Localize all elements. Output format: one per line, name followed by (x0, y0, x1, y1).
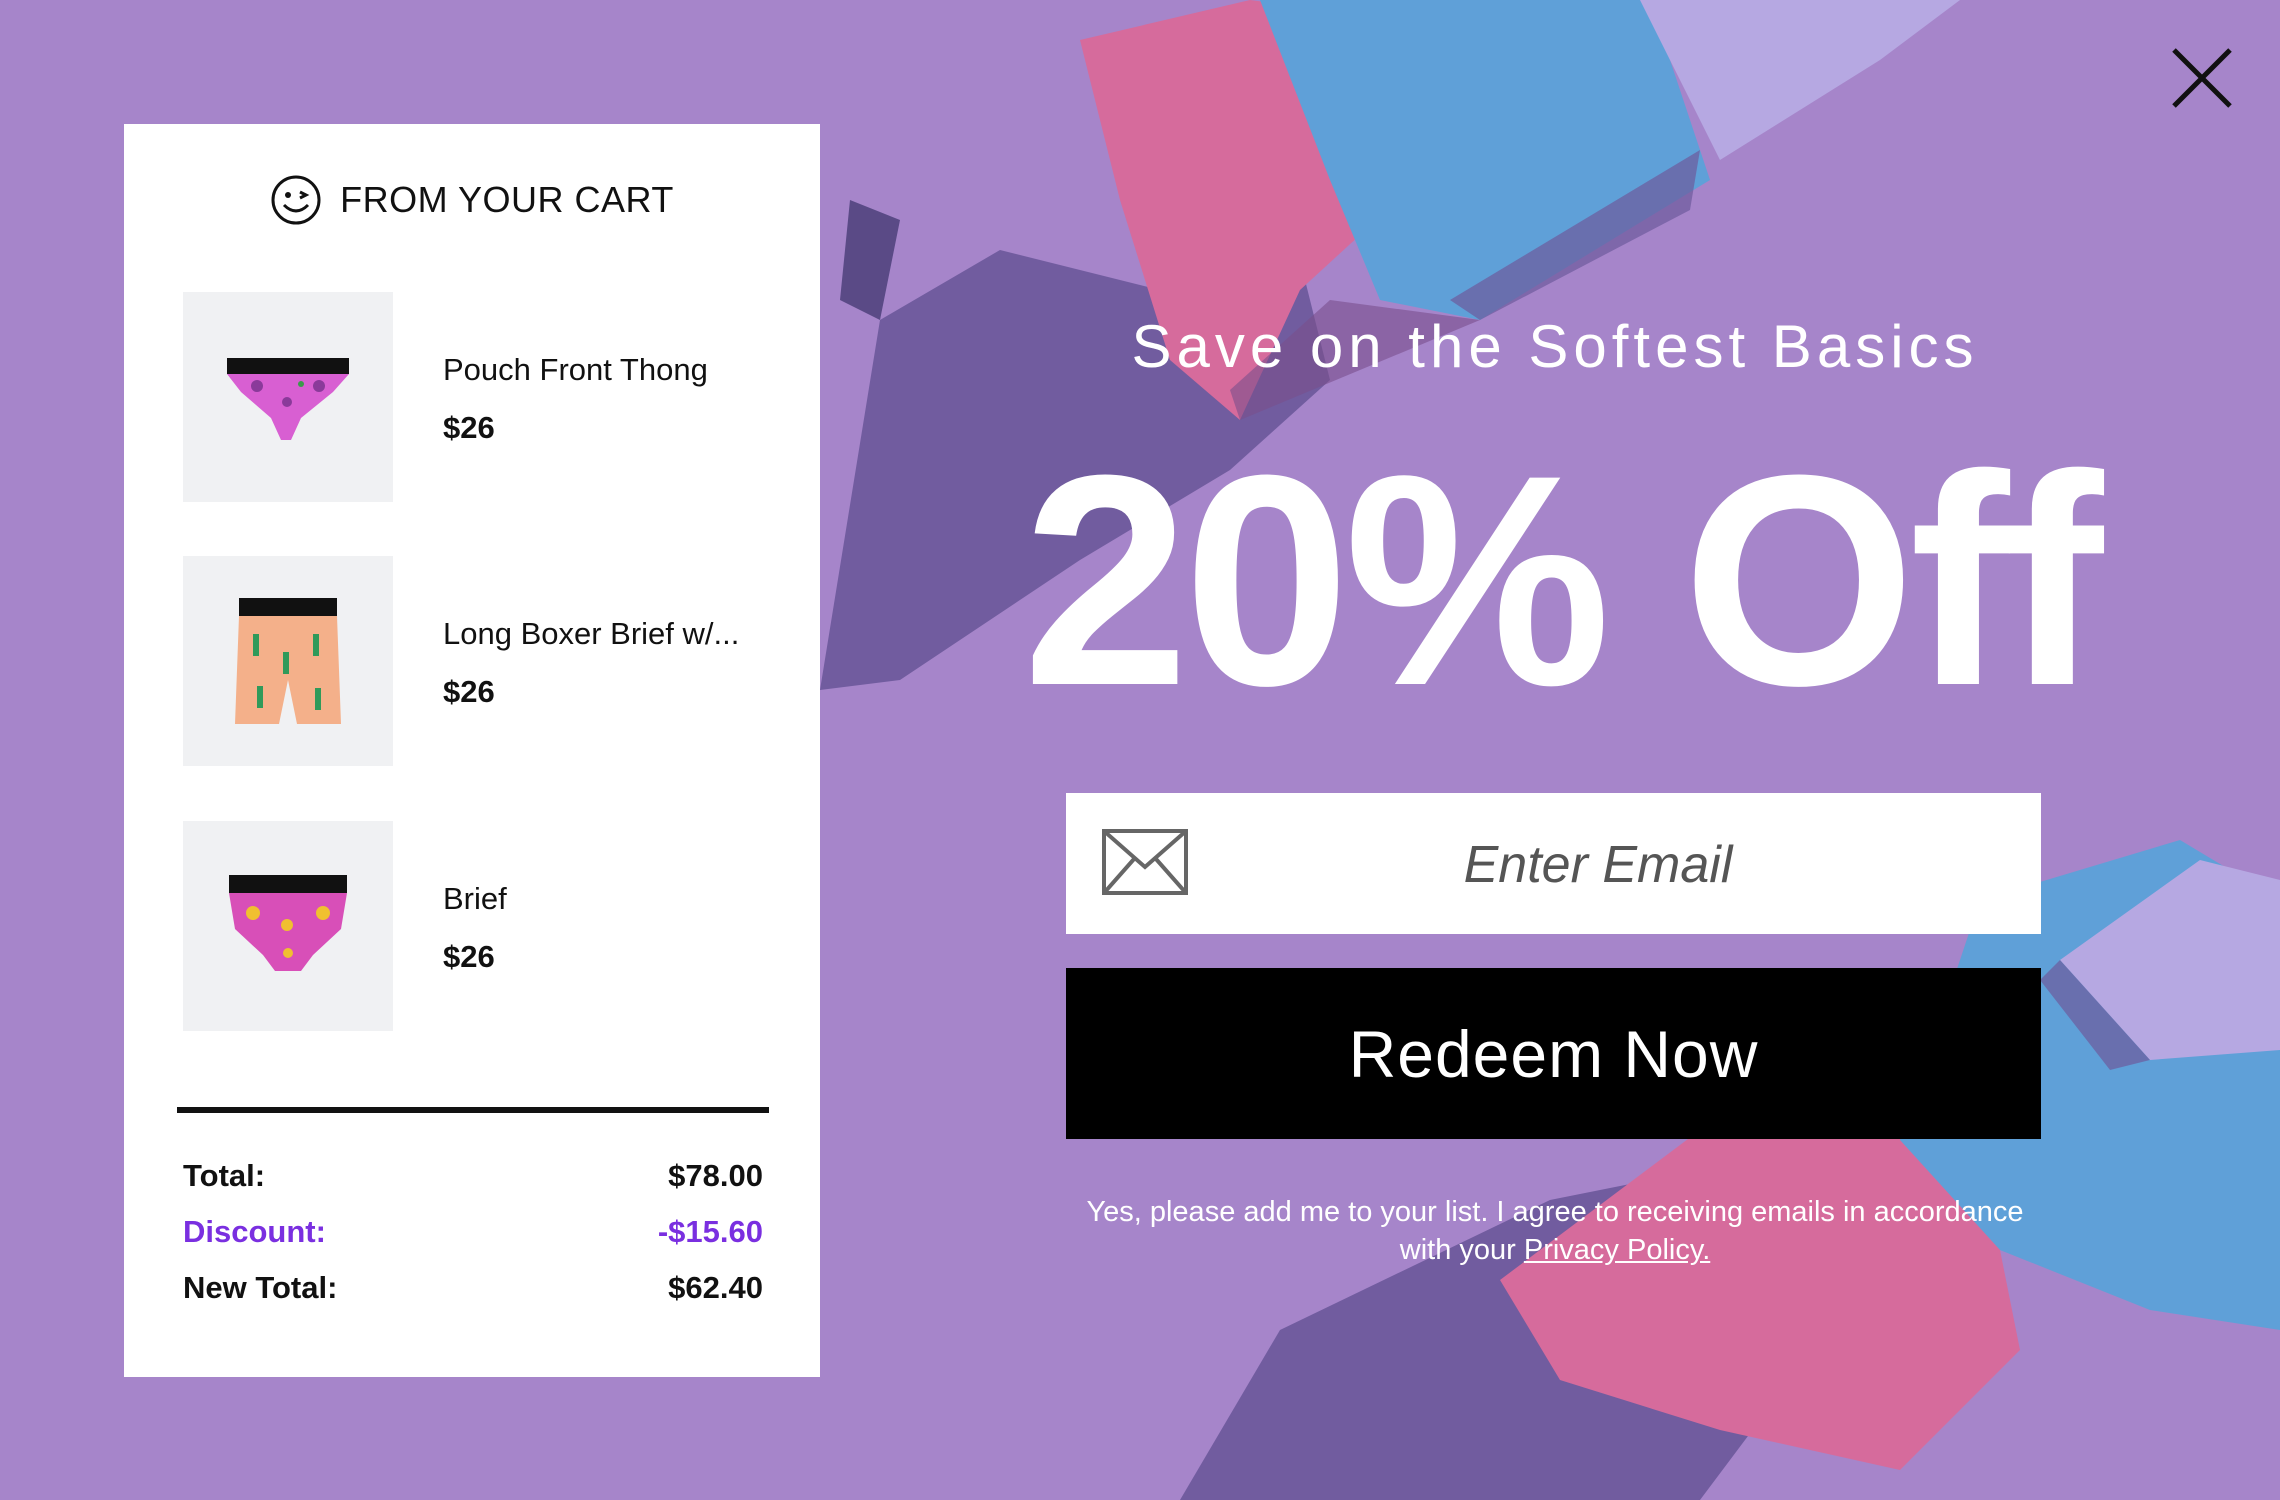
cart-divider (177, 1107, 769, 1113)
smiley-icon (271, 175, 321, 225)
cart-item[interactable]: Brief $26 (183, 821, 803, 1031)
cart-title: FROM YOUR CART (340, 179, 674, 220)
cart-item-name[interactable]: Pouch Front Thong (443, 352, 803, 388)
cart-item-price: $26 (443, 939, 495, 974)
cart-item[interactable]: Long Boxer Brief w/... $26 (183, 556, 803, 766)
thong-product-image[interactable] (183, 292, 393, 502)
redeem-now-button[interactable]: Redeem Now (1066, 968, 2041, 1139)
close-icon (2172, 48, 2232, 108)
cart-item-name[interactable]: Long Boxer Brief w/... (443, 616, 803, 652)
cart-item[interactable]: Pouch Front Thong $26 (183, 292, 803, 502)
email-field[interactable] (1066, 793, 2041, 936)
summary-new-total-label: New Total: (183, 1270, 338, 1305)
summary-new-total-value: $62.40 (668, 1270, 763, 1305)
summary-discount-row: Discount: -$15.60 (183, 1210, 763, 1254)
cart-panel: FROM YOUR CART Pouch Front Thong $26 Lon… (124, 124, 820, 1377)
envelope-icon (1102, 829, 1188, 895)
cart-header: FROM YOUR CART (124, 170, 820, 230)
summary-new-total-row: New Total: $62.40 (183, 1266, 763, 1310)
close-button[interactable] (2168, 44, 2236, 112)
summary-discount-value: -$15.60 (657, 1214, 763, 1249)
summary-total-row: Total: $78.00 (183, 1154, 763, 1198)
brief-product-image[interactable] (183, 821, 393, 1031)
cart-item-price: $26 (443, 410, 495, 445)
summary-total-label: Total: (183, 1158, 266, 1193)
privacy-policy-link[interactable]: Privacy Policy. (1524, 1234, 1710, 1266)
cart-item-name[interactable]: Brief (443, 881, 803, 917)
email-input[interactable] (1216, 793, 1980, 936)
boxer-product-image[interactable] (183, 556, 393, 766)
promo-headline: 20% Off (1022, 412, 2104, 748)
consent-text: Yes, please add me to your list. I agree… (1060, 1193, 2050, 1269)
summary-discount-label: Discount: (183, 1214, 326, 1249)
promo-subtitle: Save on the Softest Basics (1131, 313, 1979, 380)
cart-item-price: $26 (443, 674, 495, 709)
summary-total-value: $78.00 (668, 1158, 763, 1193)
